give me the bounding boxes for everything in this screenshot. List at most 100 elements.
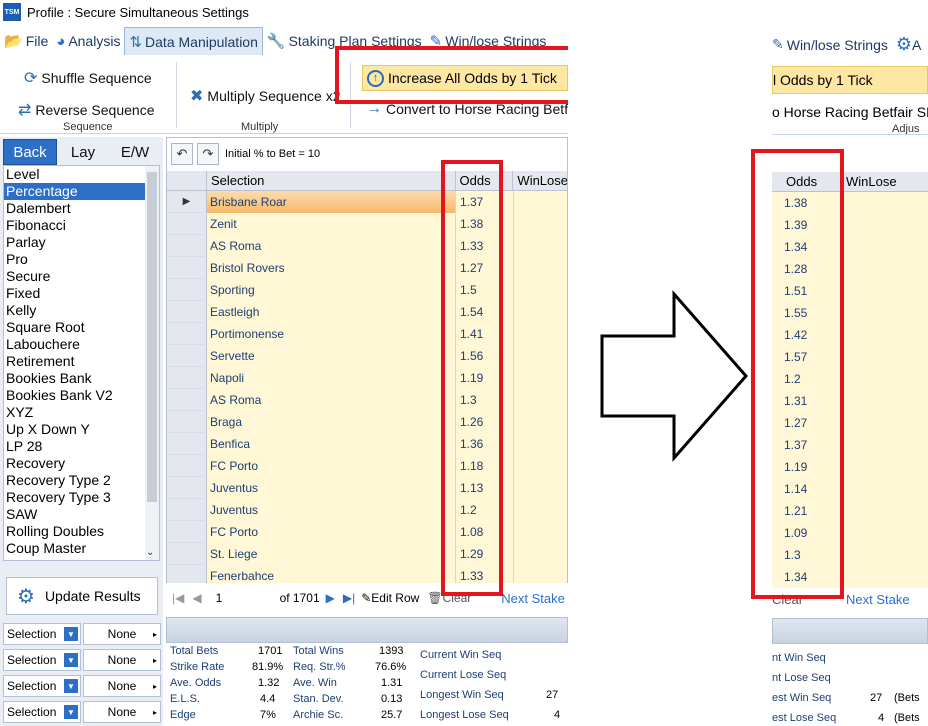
winlose-cell-after[interactable] [842, 412, 928, 434]
winlose-cell[interactable] [514, 257, 567, 279]
table-row[interactable]: Benfica 1.36 [167, 433, 567, 455]
row-indicator[interactable] [167, 477, 207, 499]
method-list-item[interactable]: Pro [4, 251, 159, 268]
row-indicator[interactable] [167, 345, 207, 367]
winlose-cell[interactable] [514, 367, 567, 389]
selection-dropdown[interactable]: Selection ▼ [3, 649, 81, 671]
none-dropdown[interactable]: None ▸ [83, 701, 161, 723]
winlose-cell[interactable] [514, 235, 567, 257]
selection-cell[interactable]: Zenit [207, 213, 456, 235]
tab-ew[interactable]: E/W [109, 139, 161, 165]
row-indicator[interactable] [167, 521, 207, 543]
winlose-cell-after[interactable] [842, 434, 928, 456]
next-page-icon[interactable]: ▶ [326, 591, 335, 605]
row-indicator[interactable] [167, 257, 207, 279]
winlose-cell[interactable] [514, 455, 567, 477]
selection-cell[interactable]: Bristol Rovers [207, 257, 456, 279]
winlose-cell-after[interactable] [842, 192, 928, 214]
row-indicator[interactable] [167, 389, 207, 411]
chevron-down-icon[interactable]: ⌄ [146, 547, 154, 558]
row-indicator[interactable] [167, 323, 207, 345]
method-list-item[interactable]: Square Root [4, 319, 159, 336]
selection-cell[interactable]: AS Roma [207, 235, 456, 257]
tab-file[interactable]: 📂 File [0, 27, 52, 55]
multiply-sequence-button[interactable]: ✖ Multiply Sequence x2 [190, 86, 340, 106]
winlose-cell-after[interactable] [842, 368, 928, 390]
table-row[interactable]: Juventus 1.13 [167, 477, 567, 499]
last-page-icon[interactable]: ▶| [343, 591, 355, 605]
method-list-item[interactable]: Kelly [4, 302, 159, 319]
selection-cell[interactable]: FC Porto [207, 455, 456, 477]
row-indicator[interactable] [167, 543, 207, 565]
table-row[interactable]: Eastleigh 1.54 [167, 301, 567, 323]
winlose-cell-after[interactable] [842, 566, 928, 588]
method-list-scrollbar[interactable]: ⌄ [145, 166, 159, 560]
tab-analysis[interactable]: ◕ Analysis [52, 27, 124, 55]
selection-cell[interactable]: Eastleigh [207, 301, 456, 323]
winlose-cell-after[interactable] [842, 346, 928, 368]
scrollbar-thumb[interactable] [147, 172, 157, 502]
method-list-item[interactable]: Recovery Type 2 [4, 472, 159, 489]
winlose-cell[interactable] [514, 543, 567, 565]
winlose-cell-after[interactable] [842, 544, 928, 566]
row-indicator[interactable] [167, 433, 207, 455]
selection-cell[interactable]: FC Porto [207, 521, 456, 543]
winlose-cell-after[interactable] [842, 478, 928, 500]
method-list-item[interactable]: Percentage [4, 183, 159, 200]
selection-cell[interactable]: Juventus [207, 499, 456, 521]
convert-horse-racing-button-after[interactable]: o Horse Racing Betfair SP [772, 104, 928, 120]
row-indicator[interactable] [167, 499, 207, 521]
column-header-winlose-after[interactable]: WinLose [842, 172, 928, 191]
tab-data-manipulation[interactable]: ⇅ Data Manipulation [124, 27, 263, 55]
row-indicator[interactable] [167, 411, 207, 433]
method-list-item[interactable]: Parlay [4, 234, 159, 251]
method-list-item[interactable]: Bookies Bank V2 [4, 387, 159, 404]
method-list-item[interactable]: Fixed [4, 285, 159, 302]
winlose-cell-after[interactable] [842, 500, 928, 522]
increase-odds-button-after[interactable]: l Odds by 1 Tick [772, 66, 928, 94]
table-row[interactable]: Bristol Rovers 1.27 [167, 257, 567, 279]
selection-dropdown[interactable]: Selection ▼ [3, 623, 81, 645]
method-list-item[interactable]: Retirement [4, 353, 159, 370]
none-dropdown[interactable]: None ▸ [83, 649, 161, 671]
method-list-item[interactable]: Rolling Doubles [4, 523, 159, 540]
reverse-sequence-button[interactable]: ⇄ Reverse Sequence [18, 100, 154, 120]
shuffle-sequence-button[interactable]: ⟳ Shuffle Sequence [24, 68, 152, 88]
method-list-item[interactable]: Coup Master [4, 540, 159, 557]
row-indicator[interactable] [167, 367, 207, 389]
selection-cell[interactable]: Sporting [207, 279, 456, 301]
row-indicator[interactable] [167, 455, 207, 477]
selection-cell[interactable]: Benfica [207, 433, 456, 455]
row-indicator[interactable] [167, 213, 207, 235]
winlose-cell[interactable] [514, 521, 567, 543]
table-row[interactable]: FC Porto 1.08 [167, 521, 567, 543]
table-row[interactable]: Portimonense 1.41 [167, 323, 567, 345]
winlose-cell[interactable] [514, 433, 567, 455]
method-list-item[interactable]: Recovery [4, 455, 159, 472]
winlose-cell-after[interactable] [842, 280, 928, 302]
winlose-cell[interactable] [514, 345, 567, 367]
method-list-item[interactable]: Level [4, 166, 159, 183]
first-page-icon[interactable]: |◀ [172, 591, 184, 605]
selection-cell[interactable]: Braga [207, 411, 456, 433]
selection-dropdown[interactable]: Selection ▼ [3, 701, 81, 723]
winlose-cell-after[interactable] [842, 236, 928, 258]
tab-lay[interactable]: Lay [57, 139, 109, 165]
undo-icon[interactable]: ↶ [171, 143, 193, 165]
update-results-button[interactable]: ⚙ Update Results [6, 577, 158, 615]
selection-cell[interactable]: Napoli [207, 367, 456, 389]
row-indicator[interactable] [167, 235, 207, 257]
prev-page-icon[interactable]: ◀ [192, 591, 201, 605]
winlose-cell-after[interactable] [842, 302, 928, 324]
row-indicator[interactable] [167, 301, 207, 323]
row-indicator[interactable]: ▶ [167, 191, 207, 213]
winlose-cell[interactable] [514, 477, 567, 499]
winlose-cell-after[interactable] [842, 522, 928, 544]
winlose-cell-after[interactable] [842, 456, 928, 478]
method-list-item[interactable]: Labouchere [4, 336, 159, 353]
selection-cell[interactable]: St. Liege [207, 543, 456, 565]
winlose-cell-after[interactable] [842, 324, 928, 346]
next-stake-link-after[interactable]: Next Stake [846, 592, 910, 607]
edit-row-button[interactable]: ✎Edit Row [361, 591, 419, 605]
page-number-input[interactable]: 1 [216, 591, 276, 605]
